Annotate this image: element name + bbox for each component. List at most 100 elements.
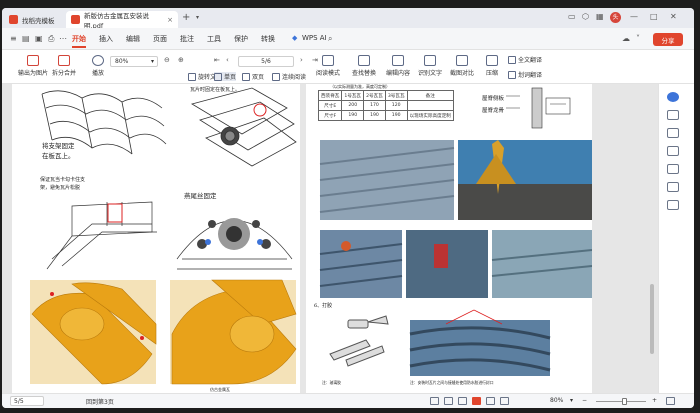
hamburger-icon[interactable]: ≡ [10, 34, 17, 43]
properties-icon[interactable] [667, 110, 679, 120]
zoom-select[interactable]: 80% ▾ [110, 56, 158, 67]
left-page-illustrations [30, 87, 297, 385]
zoom-value: 80% [115, 58, 129, 65]
document-area[interactable]: 瓦片时固定在板瓦上。 将支架固定 在板瓦上。 保证瓦当卡勾卡住支 架，避免瓦片松… [2, 84, 658, 393]
recognize-text-button[interactable]: 识别文字 [418, 55, 442, 77]
word-translate-icon [508, 70, 516, 79]
reading-mode-label: 阅读模式 [316, 70, 341, 77]
menu-protect[interactable]: 保护 [234, 34, 248, 44]
chevron-icon[interactable]: ˅ [636, 34, 640, 43]
share-button[interactable]: 分享 [653, 33, 683, 46]
zoom-in-icon[interactable]: ⊕ [178, 56, 184, 64]
back-to-page-link[interactable]: 回到第3页 [86, 397, 114, 406]
assistant-icon[interactable] [667, 92, 679, 102]
grid-view-icon[interactable] [444, 397, 453, 405]
menu-edit[interactable]: 编辑 [126, 34, 140, 44]
close-tab-icon[interactable]: × [167, 16, 173, 24]
left-label-6: 燕尾丝固定 [184, 192, 217, 200]
play-button[interactable]: 播放 [92, 55, 104, 77]
avatar[interactable]: 头 [610, 12, 621, 23]
zoom-level: 80% [550, 397, 564, 404]
menu-start[interactable]: 开始 [72, 34, 86, 48]
close-window-icon[interactable]: ✕ [670, 12, 677, 21]
compress-button[interactable]: 压缩 [486, 55, 498, 77]
settings-icon[interactable] [667, 164, 679, 174]
translate-icon [508, 55, 516, 64]
prev-page-icon[interactable]: ‹ [226, 56, 229, 64]
edit-content-button[interactable]: 编辑内容 [386, 55, 410, 77]
wps-logo-icon [9, 15, 18, 24]
compress-label: 压缩 [486, 70, 499, 77]
reading-mode-button[interactable]: 阅读模式 [316, 55, 340, 77]
right-sidebar [658, 84, 694, 393]
next-page-icon[interactable]: › [300, 56, 303, 64]
search-icon[interactable]: ⌕ [328, 34, 332, 44]
more-icon[interactable]: ⋯ [59, 34, 67, 43]
tab-document[interactable]: 新版仿古金属瓦安装说明.pdf × [66, 11, 178, 30]
fit-page-icon[interactable] [486, 397, 495, 405]
double-page-label: 双页 [252, 74, 265, 81]
full-translate-label: 全文翻译 [518, 57, 543, 64]
menu-convert[interactable]: 转换 [261, 34, 275, 44]
screenshot-compare-button[interactable]: 截图对比 [450, 55, 474, 77]
full-translate-button[interactable]: 全文翻译 [508, 55, 542, 64]
split-icon [58, 55, 70, 66]
menu-wps-ai[interactable]: WPS AI [302, 34, 327, 42]
word-translate-button[interactable]: 划词翻译 [508, 70, 542, 79]
zoom-dropdown-icon[interactable]: ▾ [570, 397, 573, 404]
zoom-out-status-icon[interactable]: − [582, 397, 587, 404]
view-icon[interactable] [430, 397, 439, 405]
folder-icon[interactable]: ▤ [22, 34, 30, 43]
fullscreen-icon[interactable] [666, 397, 675, 405]
pdf-to-image-button[interactable]: 输出为图片 [18, 55, 48, 77]
ocr-icon [424, 55, 436, 66]
pdf-to-image-label: 输出为图片 [18, 70, 49, 77]
menu-insert[interactable]: 插入 [99, 34, 113, 44]
zoom-slider-handle[interactable] [622, 398, 627, 405]
zoom-slider[interactable] [596, 401, 646, 402]
single-page-button[interactable]: 单页 [214, 72, 237, 81]
screen-icon[interactable]: ▭ [568, 12, 576, 21]
zoom-out-icon[interactable]: ⊖ [164, 56, 170, 64]
maximize-icon[interactable]: □ [650, 12, 658, 21]
find-replace-label: 查找替换 [352, 70, 377, 77]
new-tab-button[interactable]: + [182, 12, 190, 23]
recognize-text-label: 识别文字 [418, 70, 443, 77]
pdf-icon [71, 15, 80, 24]
page-indicator[interactable]: 5/5 [10, 396, 44, 406]
annotation-icon[interactable] [667, 128, 679, 138]
chevron-down-icon[interactable]: ▾ [196, 14, 199, 21]
print-icon[interactable]: ⎙ [48, 34, 54, 44]
menu-annotate[interactable]: 批注 [180, 34, 194, 44]
first-page-icon[interactable]: ⇤ [214, 56, 220, 64]
zoom-in-status-icon[interactable]: + [652, 397, 657, 404]
expand-icon[interactable] [667, 200, 679, 210]
play-label: 播放 [92, 70, 105, 77]
cloud-icon[interactable]: ☁ [622, 34, 630, 43]
save-icon[interactable]: ▣ [35, 34, 43, 43]
screenshot-compare-label: 截图对比 [450, 70, 475, 77]
find-icon [358, 55, 370, 66]
minimize-icon[interactable]: — [630, 12, 638, 21]
share-side-icon[interactable] [667, 182, 679, 192]
menu-tools[interactable]: 工具 [207, 34, 221, 44]
screenshot-icon [456, 55, 468, 66]
play-status-icon[interactable] [472, 397, 481, 405]
tab-template[interactable]: 找稻壳模板 [4, 11, 62, 28]
outline-icon[interactable] [667, 146, 679, 156]
menu-page[interactable]: 页面 [153, 34, 167, 44]
double-page-button[interactable]: 双页 [242, 72, 264, 81]
document-scrollbar[interactable] [650, 284, 654, 354]
page-input[interactable]: 5/6 [238, 56, 294, 67]
continuous-button[interactable]: 连续阅读 [272, 72, 306, 81]
grid-icon[interactable]: ▦ [596, 12, 604, 21]
tab-template-label: 找稻壳模板 [22, 16, 55, 25]
layout-icon[interactable] [458, 397, 467, 405]
fit-width-icon[interactable] [500, 397, 509, 405]
split-merge-button[interactable]: 拆分合并 [52, 55, 76, 77]
cube-icon[interactable]: ⬡ [582, 12, 589, 21]
left-label-3: 在板瓦上。 [42, 152, 75, 160]
page-input-value: 5/6 [261, 58, 271, 65]
app-window: 找稻壳模板 新版仿古金属瓦安装说明.pdf × + ▾ ▭ ⬡ ▦ 头 — □ … [2, 8, 694, 408]
find-replace-button[interactable]: 查找替换 [352, 55, 376, 77]
